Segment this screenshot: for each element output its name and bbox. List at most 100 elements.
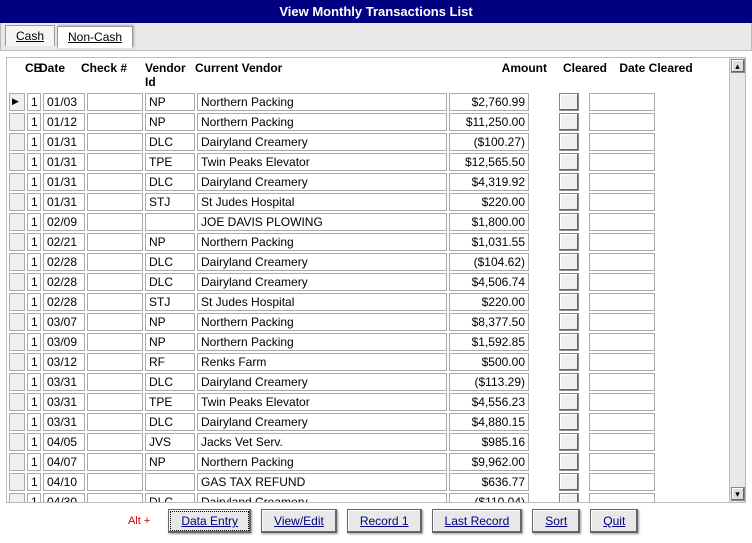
cell-date-cleared[interactable] [589,493,655,502]
cell-date[interactable]: 03/07 [43,313,85,331]
cell-vendor[interactable]: Northern Packing [197,93,447,111]
cell-cleared-toggle[interactable] [559,413,579,431]
cell-cleared-toggle[interactable] [559,453,579,471]
cell-check[interactable] [87,253,143,271]
table-row[interactable]: 103/31TPETwin Peaks Elevator$4,556.23 [7,392,729,412]
cell-cb[interactable]: 1 [27,253,41,271]
cell-cleared-toggle[interactable] [559,373,579,391]
cell-vendor[interactable]: Dairyland Creamery [197,173,447,191]
row-selector[interactable] [9,253,25,271]
cell-amount[interactable]: $636.77 [449,473,529,491]
cell-cb[interactable]: 1 [27,413,41,431]
cell-date-cleared[interactable] [589,113,655,131]
cell-date[interactable]: 03/12 [43,353,85,371]
cell-cleared-toggle[interactable] [559,313,579,331]
cell-date-cleared[interactable] [589,153,655,171]
scroll-up-icon[interactable]: ▴ [731,59,745,73]
cell-check[interactable] [87,313,143,331]
cell-vendor[interactable]: Dairyland Creamery [197,253,447,271]
cell-date-cleared[interactable] [589,293,655,311]
cell-date-cleared[interactable] [589,273,655,291]
cell-check[interactable] [87,153,143,171]
cell-date[interactable]: 02/28 [43,293,85,311]
vertical-scrollbar[interactable]: ▴ ▾ [729,58,745,502]
table-row[interactable]: 102/21NPNorthern Packing$1,031.55 [7,232,729,252]
table-row[interactable]: 101/12NPNorthern Packing$11,250.00 [7,112,729,132]
cell-date[interactable]: 01/31 [43,153,85,171]
cell-vendor-id[interactable]: NP [145,93,195,111]
table-row[interactable]: 103/12RFRenks Farm$500.00 [7,352,729,372]
cell-date-cleared[interactable] [589,433,655,451]
data-entry-button[interactable]: Data Entry [168,509,251,533]
cell-cleared-toggle[interactable] [559,93,579,111]
cell-vendor-id[interactable]: DLC [145,373,195,391]
row-selector[interactable] [9,93,25,111]
cell-check[interactable] [87,173,143,191]
cell-amount[interactable]: $11,250.00 [449,113,529,131]
cell-amount[interactable]: $12,565.50 [449,153,529,171]
cell-cb[interactable]: 1 [27,433,41,451]
cell-check[interactable] [87,93,143,111]
cell-vendor[interactable]: St Judes Hospital [197,193,447,211]
cell-amount[interactable]: $1,592.85 [449,333,529,351]
row-selector[interactable] [9,473,25,491]
cell-date-cleared[interactable] [589,473,655,491]
cell-date-cleared[interactable] [589,93,655,111]
row-selector[interactable] [9,493,25,502]
cell-amount[interactable]: $1,031.55 [449,233,529,251]
cell-vendor[interactable]: GAS TAX REFUND [197,473,447,491]
row-selector[interactable] [9,153,25,171]
cell-vendor-id[interactable] [145,213,195,231]
cell-vendor-id[interactable]: DLC [145,253,195,271]
view-edit-button[interactable]: View/Edit [261,509,337,533]
quit-button[interactable]: Quit [590,509,638,533]
cell-amount[interactable]: $1,800.00 [449,213,529,231]
cell-cb[interactable]: 1 [27,333,41,351]
cell-vendor-id[interactable] [145,473,195,491]
cell-cb[interactable]: 1 [27,353,41,371]
cell-cb[interactable]: 1 [27,113,41,131]
cell-date-cleared[interactable] [589,413,655,431]
cell-amount[interactable]: $9,962.00 [449,453,529,471]
cell-date-cleared[interactable] [589,313,655,331]
cell-amount[interactable]: $4,556.23 [449,393,529,411]
cell-vendor[interactable]: Northern Packing [197,453,447,471]
cell-check[interactable] [87,393,143,411]
cell-date-cleared[interactable] [589,333,655,351]
cell-date[interactable]: 01/03 [43,93,85,111]
row-selector[interactable] [9,113,25,131]
cell-check[interactable] [87,453,143,471]
row-selector[interactable] [9,133,25,151]
cell-cleared-toggle[interactable] [559,153,579,171]
row-selector[interactable] [9,273,25,291]
cell-check[interactable] [87,193,143,211]
cell-check[interactable] [87,353,143,371]
cell-cleared-toggle[interactable] [559,253,579,271]
cell-date[interactable]: 01/31 [43,133,85,151]
row-selector[interactable] [9,333,25,351]
tab-non-cash[interactable]: Non-Cash [57,26,133,48]
cell-date[interactable]: 04/30 [43,493,85,502]
cell-amount[interactable]: ($110.04) [449,493,529,502]
cell-amount[interactable]: ($113.29) [449,373,529,391]
row-selector[interactable] [9,413,25,431]
cell-vendor-id[interactable]: RF [145,353,195,371]
cell-date-cleared[interactable] [589,453,655,471]
cell-cleared-toggle[interactable] [559,353,579,371]
cell-vendor[interactable]: Dairyland Creamery [197,133,447,151]
cell-check[interactable] [87,293,143,311]
cell-vendor[interactable]: Dairyland Creamery [197,493,447,502]
table-row[interactable]: 103/07NPNorthern Packing$8,377.50 [7,312,729,332]
cell-date[interactable]: 04/10 [43,473,85,491]
cell-check[interactable] [87,493,143,502]
cell-cleared-toggle[interactable] [559,193,579,211]
cell-amount[interactable]: $8,377.50 [449,313,529,331]
cell-cleared-toggle[interactable] [559,213,579,231]
cell-vendor[interactable]: St Judes Hospital [197,293,447,311]
cell-check[interactable] [87,413,143,431]
cell-date-cleared[interactable] [589,133,655,151]
cell-vendor-id[interactable]: NP [145,453,195,471]
cell-cb[interactable]: 1 [27,93,41,111]
cell-date[interactable]: 03/09 [43,333,85,351]
table-row[interactable]: 104/10GAS TAX REFUND$636.77 [7,472,729,492]
